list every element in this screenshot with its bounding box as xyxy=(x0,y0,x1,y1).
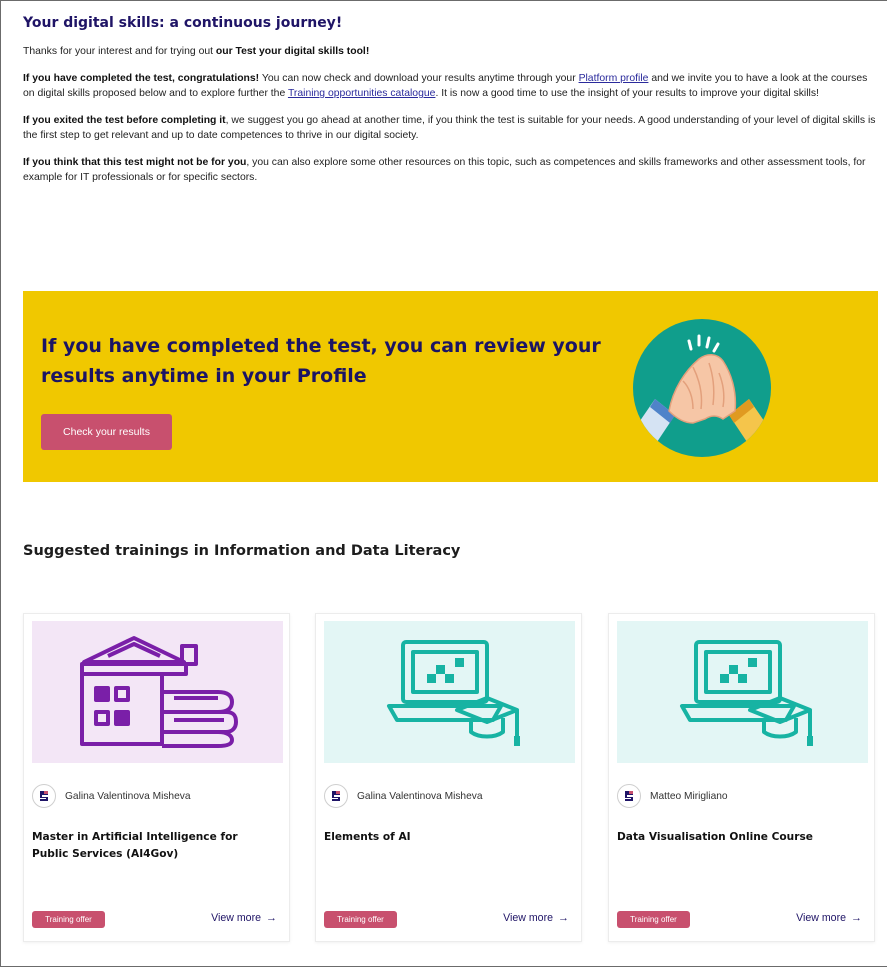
platform-logo-icon xyxy=(324,784,348,808)
view-more-link[interactable]: View more → xyxy=(796,912,862,924)
view-more-label: View more xyxy=(796,912,846,924)
author-name: Galina Valentinova Misheva xyxy=(65,790,191,802)
intro-text-bold: If you have completed the test, congratu… xyxy=(23,73,260,84)
intro-paragraph-exited: If you exited the test before completing… xyxy=(23,113,881,143)
arrow-right-icon: → xyxy=(558,912,569,924)
card-title[interactable]: Elements of AI xyxy=(324,829,564,846)
view-more-label: View more xyxy=(503,912,553,924)
intro-text: You can now check and download your resu… xyxy=(259,73,579,84)
view-more-link[interactable]: View more → xyxy=(503,912,569,924)
training-catalogue-link[interactable]: Training opportunities catalogue xyxy=(288,88,436,99)
training-card[interactable]: Matteo Mirigliano Data Visualisation Onl… xyxy=(608,613,875,942)
intro-text: Thanks for your interest and for trying … xyxy=(23,46,216,57)
arrow-right-icon: → xyxy=(851,912,862,924)
intro-text: . It is now a good time to use the insig… xyxy=(435,88,819,99)
author-name: Matteo Mirigliano xyxy=(650,790,728,802)
card-thumbnail xyxy=(324,621,575,763)
view-more-link[interactable]: View more → xyxy=(211,912,277,924)
author-name: Galina Valentinova Misheva xyxy=(357,790,483,802)
card-title[interactable]: Master in Artificial Intelligence for Pu… xyxy=(32,829,272,863)
platform-logo-icon xyxy=(617,784,641,808)
platform-logo-icon xyxy=(32,784,56,808)
banner-heading: If you have completed the test, you can … xyxy=(41,335,601,387)
card-author: Galina Valentinova Misheva xyxy=(32,784,191,808)
handshake-high-five-icon xyxy=(633,319,771,457)
intro-paragraph-not-for-you: If you think that this test might not be… xyxy=(23,155,881,185)
arrow-right-icon: → xyxy=(266,912,277,924)
intro-section: Your digital skills: a continuous journe… xyxy=(23,15,881,197)
section-title: Suggested trainings in Information and D… xyxy=(23,543,461,559)
training-offer-badge: Training offer xyxy=(324,911,397,928)
intro-text-bold: If you exited the test before completing… xyxy=(23,115,226,126)
card-author: Matteo Mirigliano xyxy=(617,784,728,808)
intro-text-bold: our Test your digital skills tool! xyxy=(215,46,370,57)
training-card[interactable]: Galina Valentinova Misheva Elements of A… xyxy=(315,613,582,942)
platform-profile-link[interactable]: Platform profile xyxy=(579,73,649,84)
card-thumbnail xyxy=(617,621,868,763)
check-results-button[interactable]: Check your results xyxy=(41,414,172,450)
laptop-graduation-cap-icon xyxy=(679,640,813,746)
results-banner: If you have completed the test, you can … xyxy=(23,291,878,482)
intro-paragraph-completed: If you have completed the test, congratu… xyxy=(23,71,881,101)
library-building-books-icon xyxy=(79,636,238,748)
card-author: Galina Valentinova Misheva xyxy=(324,784,483,808)
page-frame: Your digital skills: a continuous journe… xyxy=(0,0,887,967)
laptop-graduation-cap-icon xyxy=(386,640,520,746)
view-more-label: View more xyxy=(211,912,261,924)
training-card[interactable]: Galina Valentinova Misheva Master in Art… xyxy=(23,613,290,942)
training-offer-badge: Training offer xyxy=(32,911,105,928)
intro-text-bold: If you think that this test might not be… xyxy=(23,157,247,168)
intro-paragraph-thanks: Thanks for your interest and for trying … xyxy=(23,44,881,59)
page-title: Your digital skills: a continuous journe… xyxy=(23,15,343,31)
card-title[interactable]: Data Visualisation Online Course xyxy=(617,829,857,846)
card-thumbnail xyxy=(32,621,283,763)
training-offer-badge: Training offer xyxy=(617,911,690,928)
